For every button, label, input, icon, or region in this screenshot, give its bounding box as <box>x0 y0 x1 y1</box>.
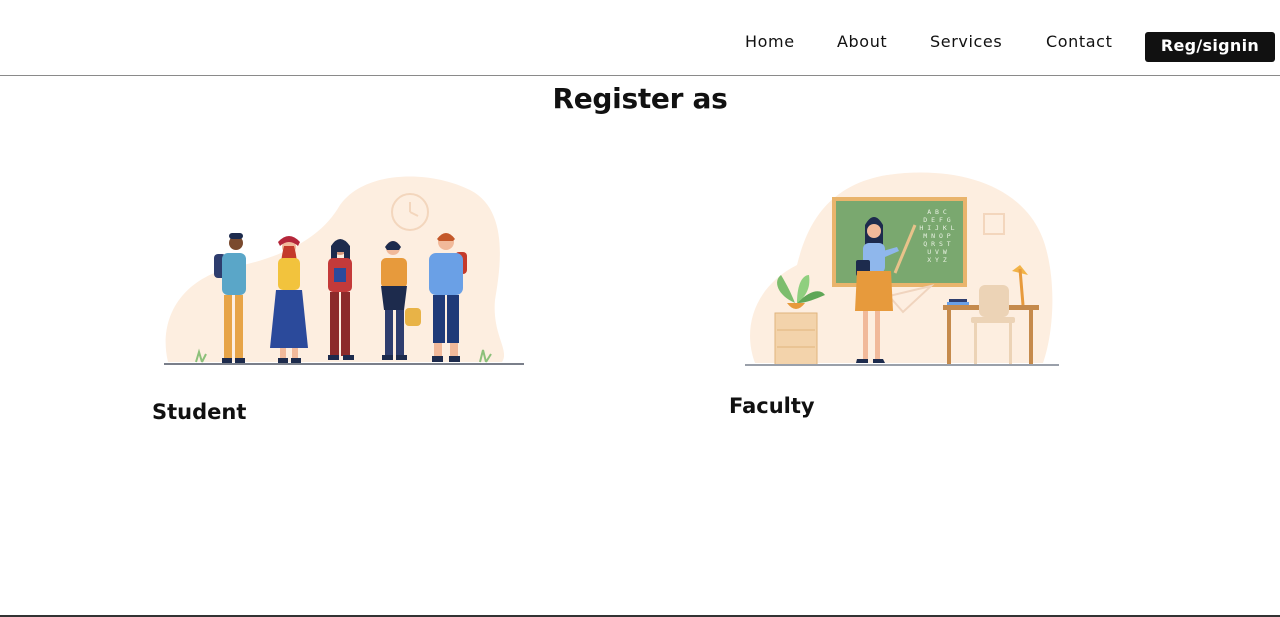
student-label: Student <box>152 400 247 424</box>
svg-text:H I J K L: H I J K L <box>919 224 954 232</box>
students-group-illustration <box>164 176 524 365</box>
teacher-classroom-illustration: A B C D E F G H I J K L M N O P Q R S T … <box>745 172 1059 366</box>
nav-link-home[interactable]: Home <box>745 32 795 51</box>
page-title: Register as <box>552 82 728 115</box>
svg-text:Q R S T: Q R S T <box>923 240 950 248</box>
nav-link-contact[interactable]: Contact <box>1046 32 1112 51</box>
svg-text:D E F G: D E F G <box>923 216 950 224</box>
student-option-card[interactable]: Student <box>150 150 540 435</box>
faculty-label: Faculty <box>729 394 815 418</box>
faculty-option-card[interactable]: A B C D E F G H I J K L M N O P Q R S T … <box>727 165 1072 425</box>
nav-link-about[interactable]: About <box>837 32 887 51</box>
svg-text:U V W: U V W <box>927 248 947 256</box>
svg-text:A B C: A B C <box>927 208 947 216</box>
nav-link-services[interactable]: Services <box>930 32 1002 51</box>
reg-signin-button[interactable]: Reg/signin <box>1145 32 1275 62</box>
svg-text:M N O P: M N O P <box>923 232 950 240</box>
navbar: Home About Services Contact Reg/signin <box>0 0 1280 76</box>
svg-text:X Y Z: X Y Z <box>927 256 947 264</box>
